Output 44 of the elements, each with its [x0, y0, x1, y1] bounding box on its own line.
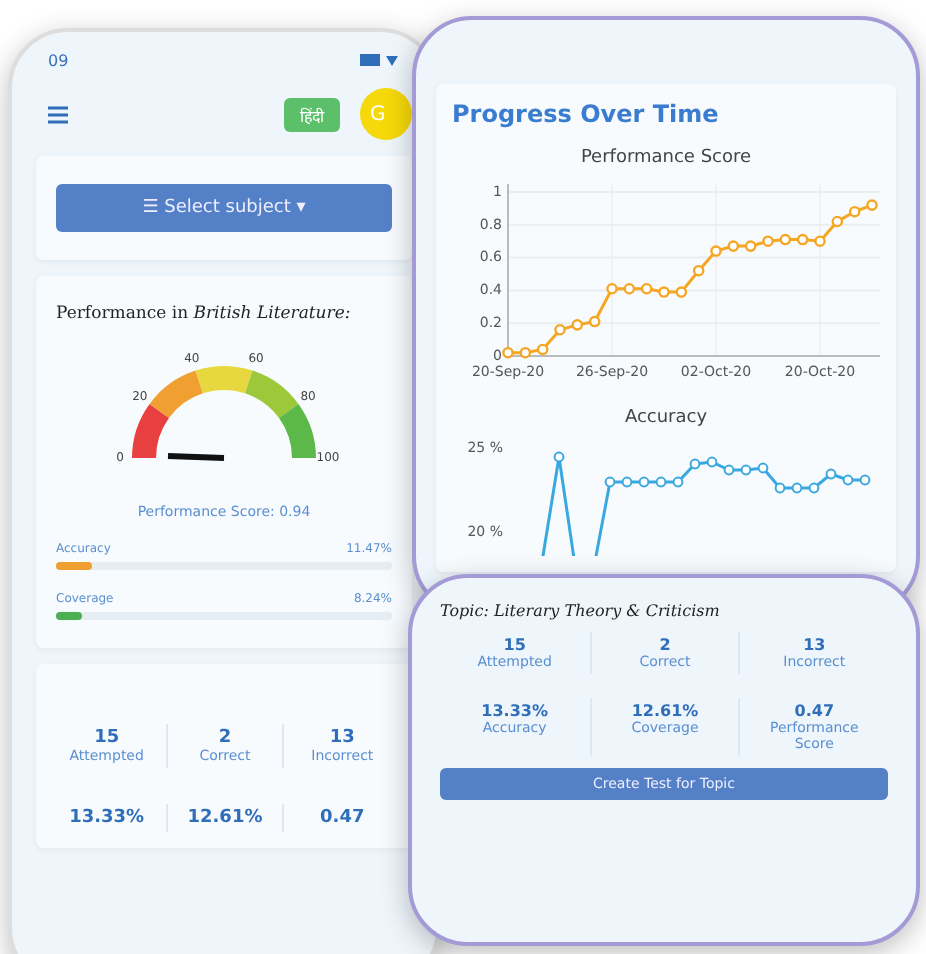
select-subject-button[interactable]: ☰ Select subject ▾: [56, 184, 392, 232]
point: [814, 235, 826, 247]
stat-value: 2: [218, 728, 232, 748]
chart-title: Performance Score: [578, 148, 754, 168]
point: [692, 264, 705, 277]
point: [519, 346, 532, 359]
point: [848, 205, 861, 218]
point: [623, 282, 636, 295]
stat-value: 13.33%: [481, 702, 548, 720]
stat-value: 15: [94, 728, 120, 748]
point: [675, 286, 688, 298]
point: [588, 315, 601, 328]
point: [536, 343, 549, 356]
stat-value: 13: [329, 728, 355, 748]
point: [744, 240, 757, 252]
point: [796, 233, 809, 246]
point: [606, 282, 618, 295]
point: [658, 286, 670, 298]
point: [640, 282, 653, 295]
chart-title: Accuracy: [622, 408, 710, 428]
point: [710, 245, 722, 257]
stat-value: 12.61%: [187, 808, 263, 828]
point: [727, 240, 740, 252]
point: [571, 319, 584, 331]
menu-icon[interactable]: [48, 105, 68, 123]
point: [831, 215, 844, 228]
status-time: 09: [48, 51, 69, 69]
stat-value: 13.33%: [69, 808, 145, 828]
point: [554, 323, 566, 336]
stat-value: 15: [503, 636, 526, 654]
stat-value: 0.47: [794, 702, 835, 720]
topic-title: Topic: Literary Theory & Criticism: [440, 602, 722, 620]
point: [866, 199, 878, 211]
point: [762, 235, 774, 247]
stat-value: 12.61%: [631, 702, 699, 720]
language-button[interactable]: हिंदी: [284, 97, 340, 131]
section-title: Progress Over Time: [452, 100, 721, 128]
status-icons: [360, 52, 400, 68]
performance-title: Performance in British Literature:: [56, 304, 353, 324]
stat-value: 0.47: [320, 808, 365, 828]
stat-value: 13: [803, 636, 826, 654]
point: [779, 233, 792, 246]
stat-value: 2: [659, 636, 671, 654]
point: [502, 346, 514, 359]
